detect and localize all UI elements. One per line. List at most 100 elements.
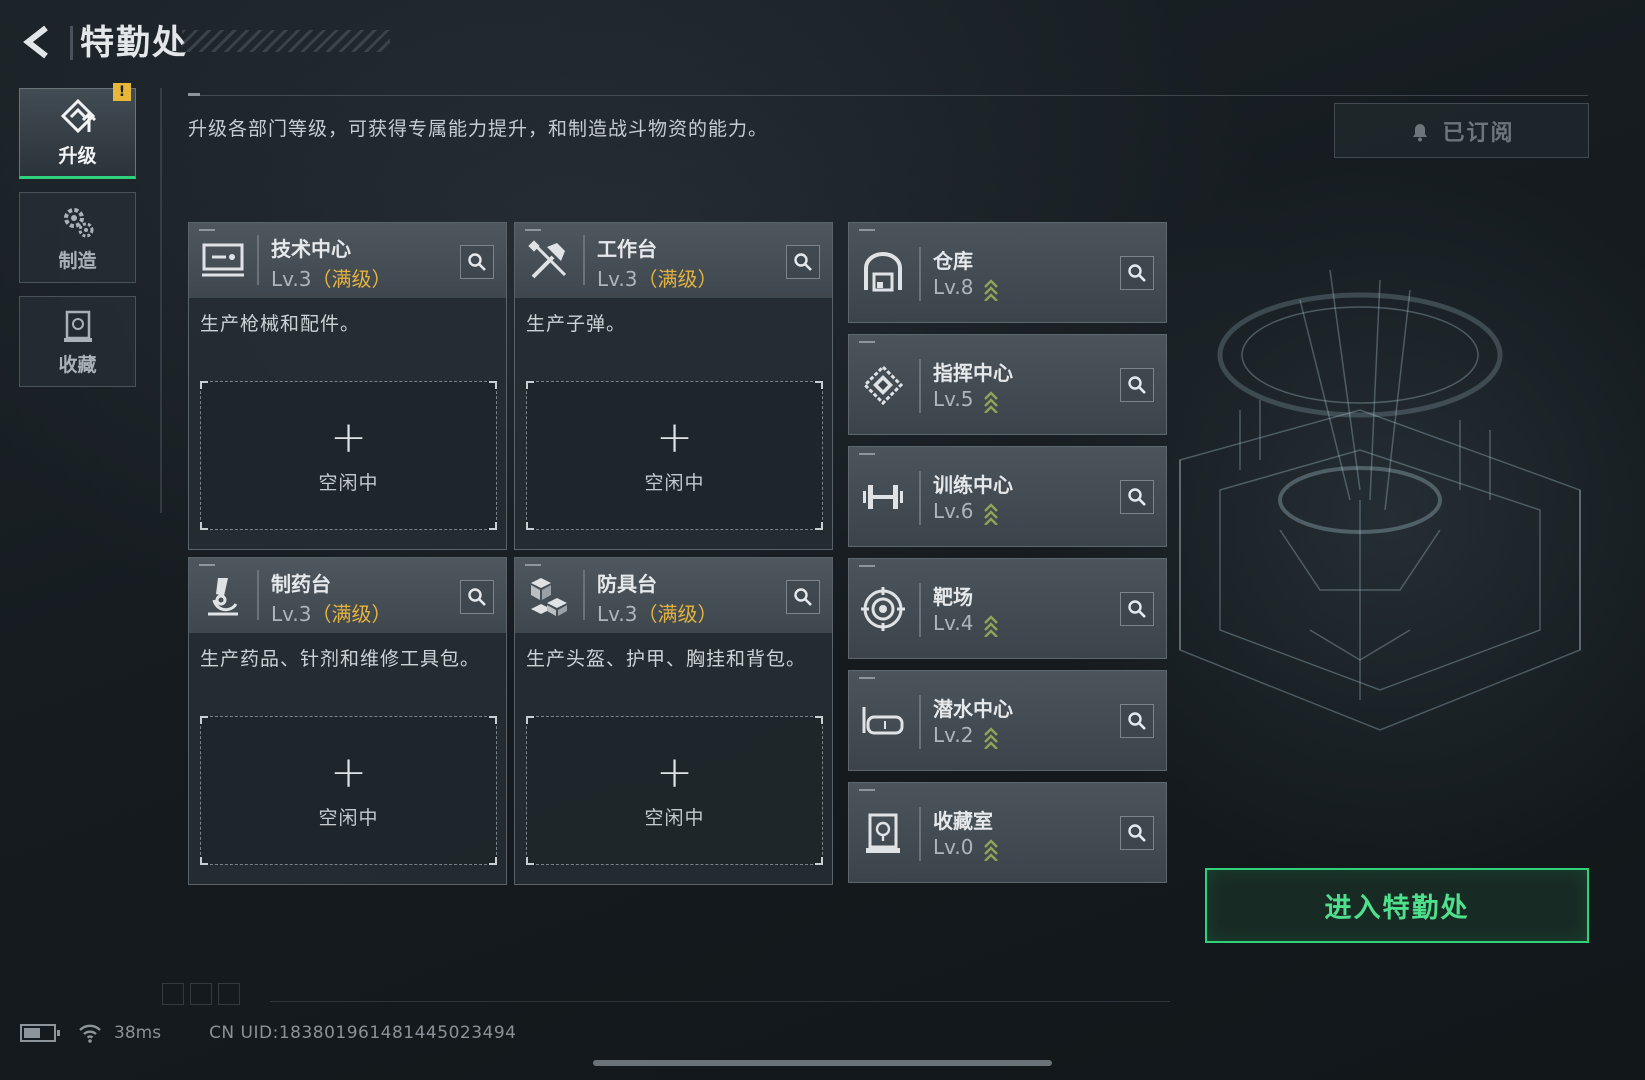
inspect-button[interactable] — [1120, 368, 1154, 402]
facility-training-center[interactable]: 训练中心 Lv.6 — [848, 446, 1167, 547]
warehouse-icon — [864, 252, 902, 292]
card-name: 防具台 — [597, 572, 657, 596]
facility-shooting-range[interactable]: 靶场 Lv.4 — [848, 558, 1167, 659]
upgrade-chevron-icon — [984, 839, 998, 861]
production-card-armor[interactable]: 防具台 Lv.3（满级） 生产头盔、护甲、胸挂和背包。 + 空闲中 — [514, 557, 833, 885]
card-header: 技术中心 Lv.3（满级） — [189, 223, 506, 298]
idle-label: 空闲中 — [644, 807, 705, 829]
facility-command-center[interactable]: 指挥中心 Lv.5 — [848, 334, 1167, 435]
bell-icon — [1413, 123, 1428, 141]
title-stripes — [182, 30, 390, 52]
inspect-button[interactable] — [786, 245, 820, 279]
top-rule — [188, 95, 1588, 96]
inspect-button[interactable] — [1120, 256, 1154, 290]
status-bar: 38ms CN UID:1838019614814450234​94 — [20, 1018, 516, 1048]
upgrade-chevron-icon — [984, 615, 998, 637]
facility-name: 潜水中心 — [933, 697, 1013, 721]
dumbbell-icon — [863, 485, 903, 509]
card-level: Lv.3（满级） — [597, 602, 718, 626]
inspect-button[interactable] — [1120, 592, 1154, 626]
target-icon — [861, 587, 905, 631]
trophy-case-icon — [866, 813, 900, 853]
card-level: Lv.3（满级） — [271, 267, 392, 291]
card-description: 生产药品、针剂和维修工具包。 — [200, 648, 481, 670]
production-card-pharmacy[interactable]: 制药台 Lv.3（满级） 生产药品、针剂和维修工具包。 + 空闲中 — [188, 557, 507, 885]
armor-blocks-icon — [531, 578, 567, 616]
magnifier-icon — [1128, 376, 1146, 394]
bottom-rule — [270, 1001, 1170, 1002]
magnifier-icon — [794, 253, 812, 271]
facility-diving-center[interactable]: 潜水中心 Lv.2 — [848, 670, 1167, 771]
facility-name: 靶场 — [933, 585, 973, 609]
maxed-tag: （满级） — [637, 267, 718, 291]
plus-icon: + — [330, 747, 367, 798]
idle-label: 空闲中 — [318, 807, 379, 829]
tab-upgrade-label: 升级 — [58, 145, 97, 167]
facility-name: 仓库 — [933, 249, 973, 273]
idle-label: 空闲中 — [644, 472, 705, 494]
magnifier-icon — [1128, 824, 1146, 842]
maxed-tag: （满级） — [637, 602, 718, 626]
header-divider — [70, 26, 73, 60]
magnifier-icon — [1128, 600, 1146, 618]
inspect-button[interactable] — [460, 580, 494, 614]
production-card-workbench[interactable]: 工作台 Lv.3（满级） 生产子弹。 + 空闲中 — [514, 222, 833, 550]
facility-collection-room[interactable]: 收藏室 Lv.0 — [848, 782, 1167, 883]
inspect-button[interactable] — [1120, 480, 1154, 514]
bottom-decor — [162, 983, 240, 1005]
rail-line — [160, 88, 162, 513]
facility-name: 指挥中心 — [933, 361, 1013, 385]
upgrade-chevron-icon — [984, 279, 998, 301]
inspect-button[interactable] — [460, 245, 494, 279]
tab-collection[interactable]: 收藏 — [19, 296, 136, 387]
facility-level: Lv.4 — [933, 611, 974, 635]
inspect-button[interactable] — [786, 580, 820, 614]
idle-slot[interactable]: + 空闲中 — [200, 716, 497, 865]
top-rule-mark — [188, 93, 200, 96]
home-indicator[interactable] — [593, 1060, 1052, 1066]
tools-icon — [528, 240, 567, 279]
base-hologram-illustration — [1179, 269, 1581, 731]
idle-slot[interactable]: + 空闲中 — [200, 381, 497, 530]
magnifier-icon — [1128, 264, 1146, 282]
idle-slot[interactable]: + 空闲中 — [526, 716, 823, 865]
facility-name: 收藏室 — [933, 809, 993, 833]
command-chip-icon — [862, 364, 904, 406]
section-description: 升级各部门等级，可获得专属能力提升，和制造战斗物资的能力。 — [188, 118, 769, 140]
plus-icon: + — [330, 412, 367, 463]
plus-icon: + — [656, 412, 693, 463]
card-description: 生产头盔、护甲、胸挂和背包。 — [526, 648, 807, 670]
card-level: Lv.3（满级） — [271, 602, 392, 626]
card-name: 技术中心 — [271, 237, 351, 261]
facility-level: Lv.2 — [933, 723, 974, 747]
maxed-tag: （满级） — [311, 602, 392, 626]
wifi-icon — [79, 1024, 101, 1043]
enter-button-label: 进入特勤处 — [1324, 893, 1470, 924]
card-description: 生产枪械和配件。 — [200, 313, 361, 335]
production-card-tech-center[interactable]: 技术中心 Lv.3（满级） 生产枪械和配件。 + 空闲中 — [188, 222, 507, 550]
collection-icon — [63, 310, 92, 342]
tab-collection-label: 收藏 — [58, 354, 97, 376]
inspect-button[interactable] — [1120, 704, 1154, 738]
battery-icon — [20, 1024, 60, 1042]
tech-center-icon — [202, 243, 244, 277]
tab-upgrade[interactable]: ! 升级 — [19, 83, 136, 179]
upgrade-chevron-icon — [984, 727, 998, 749]
card-description: 生产子弹。 — [526, 313, 627, 335]
magnifier-icon — [1128, 488, 1146, 506]
subscribe-button[interactable]: 已订阅 — [1334, 103, 1589, 158]
maxed-tag: （满级） — [311, 267, 392, 291]
ping-value: 38ms — [114, 1023, 162, 1043]
upgrade-chevron-icon — [984, 391, 998, 413]
enter-special-ops-button[interactable]: 进入特勤处 — [1205, 868, 1589, 943]
back-button[interactable] — [18, 22, 58, 62]
facility-warehouse[interactable]: 仓库 Lv.8 — [848, 222, 1167, 323]
idle-slot[interactable]: + 空闲中 — [526, 381, 823, 530]
inspect-button[interactable] — [1120, 816, 1154, 850]
subscribe-label: 已订阅 — [1442, 120, 1515, 146]
tab-craft[interactable]: 制造 — [19, 192, 136, 283]
header: 特勤处 — [0, 0, 1645, 85]
card-header: 防具台 Lv.3（满级） — [515, 558, 832, 633]
gears-icon — [63, 208, 93, 238]
facility-level: Lv.6 — [933, 499, 974, 523]
